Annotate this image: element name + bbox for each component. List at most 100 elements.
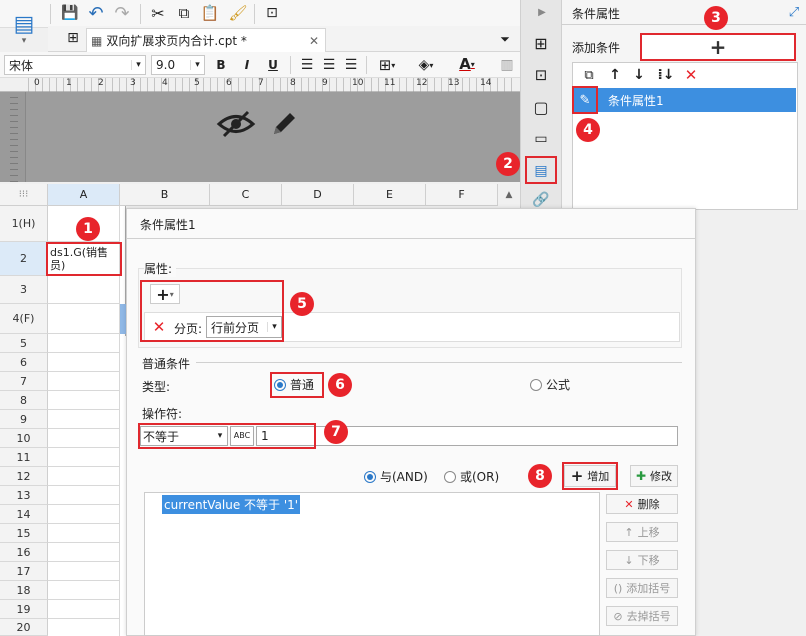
fill-color-icon[interactable]: ◈ ▾ <box>410 56 442 74</box>
edit-btn-label: 修改 <box>650 470 673 483</box>
and-radio[interactable]: 与(AND) <box>364 468 428 485</box>
row-header[interactable]: 4(F) <box>0 304 48 334</box>
cell-a4[interactable] <box>48 304 120 334</box>
border-icon[interactable]: ⊞ ▾ <box>372 56 402 74</box>
copy-icon[interactable]: ⧉ <box>580 66 598 84</box>
row-header[interactable]: 18 <box>0 581 48 600</box>
delete-btn-label: 删除 <box>637 498 660 511</box>
or-radio[interactable]: 或(OR) <box>444 468 499 485</box>
more-format-icon[interactable]: ▥ <box>498 56 516 74</box>
row-header[interactable]: 1(H) <box>0 206 48 242</box>
row-header[interactable]: 19 <box>0 600 48 619</box>
file-tab[interactable]: ▦ 双向扩展求页内合计.cpt * ✕ <box>86 28 326 52</box>
bold-icon[interactable]: B <box>212 56 230 74</box>
panel-title: 条件属性 <box>572 7 621 21</box>
underline-icon[interactable]: U <box>264 56 282 74</box>
row-header[interactable]: 17 <box>0 562 48 581</box>
ruler-tick: 5 <box>194 78 200 88</box>
ruler-tick: 1 <box>66 78 72 88</box>
or-label: 或(OR) <box>460 470 500 484</box>
edit-pencil-icon[interactable] <box>266 106 302 142</box>
frame-icon[interactable]: ▢ <box>530 96 552 118</box>
chevron-down-icon[interactable]: ▾ <box>16 36 32 46</box>
align-right-icon[interactable]: ☰ <box>342 56 360 74</box>
paste-icon[interactable]: 📋 <box>200 3 220 23</box>
font-size-select[interactable]: 9.0 ▾ <box>151 55 205 75</box>
column-header[interactable]: A <box>48 184 120 206</box>
cut-icon[interactable]: ✂ <box>148 3 168 23</box>
cell-a3[interactable] <box>48 276 120 304</box>
ruler-tick: 6 <box>226 78 232 88</box>
widget-icon[interactable]: ▭ <box>530 128 552 150</box>
row-header[interactable]: 15 <box>0 524 48 543</box>
step-badge-3: 3 <box>704 6 728 30</box>
move-bottom-icon[interactable]: ⁞↓ <box>654 66 678 84</box>
delete-button[interactable]: ✕ 删除 <box>606 494 678 514</box>
row-header[interactable]: 16 <box>0 543 48 562</box>
tab-menu-icon[interactable]: ⏷ <box>496 30 514 48</box>
remove-bracket-icon: ⊘ <box>613 609 623 623</box>
font-name-select[interactable]: 宋体 ▾ <box>4 55 146 75</box>
and-label: 与(AND) <box>380 470 428 484</box>
move-up-icon[interactable]: ↑ <box>606 66 624 84</box>
delete-icon[interactable]: ✕ <box>682 66 700 84</box>
column-header[interactable]: B <box>120 184 210 206</box>
condition-list-item[interactable]: 条件属性1 <box>598 88 796 112</box>
condition-rule-item[interactable]: currentValue 不等于 '1' <box>162 495 301 514</box>
hyperlink-icon[interactable]: 🔗 <box>530 192 552 208</box>
row-header[interactable]: 20 <box>0 619 48 636</box>
move-up-button[interactable]: ↑ 上移 <box>606 522 678 542</box>
font-color-icon[interactable]: A ▾ <box>450 54 484 74</box>
ruler-tick: 12 <box>416 78 428 88</box>
select-all-corner[interactable]: ⁝⁝⁝ <box>0 184 48 206</box>
expand-icon[interactable]: ⤢ <box>786 4 802 20</box>
copy-icon[interactable]: ⧉ <box>174 3 194 23</box>
add-bracket-button[interactable]: () 添加括号 <box>606 578 678 598</box>
cell-attribute-icon[interactable]: ⊞ <box>530 32 552 54</box>
highlight-cell-a2 <box>46 242 122 276</box>
cell-info-icon[interactable]: ⊡ <box>530 64 552 86</box>
scroll-up-icon[interactable]: ▲ <box>500 186 518 204</box>
condition-rule-text: currentValue 不等于 '1' <box>164 498 299 512</box>
row-header[interactable]: 12 <box>0 467 48 486</box>
type-formula-radio[interactable]: 公式 <box>530 376 570 393</box>
value-input[interactable]: 1 <box>256 426 678 446</box>
highlight-add-button <box>562 462 618 490</box>
italic-icon[interactable]: I <box>238 56 256 74</box>
move-down-button[interactable]: ↓ 下移 <box>606 550 678 570</box>
column-header[interactable]: D <box>282 184 354 206</box>
row-header[interactable]: 6 <box>0 353 48 372</box>
row-header[interactable]: 10 <box>0 429 48 448</box>
radio-unchecked-icon <box>444 470 456 483</box>
dialog-title: 条件属性1 <box>140 218 196 232</box>
format-brush-icon[interactable]: 🖌 <box>228 3 248 23</box>
move-down-icon[interactable]: ↓ <box>630 66 648 84</box>
step-badge-6: 6 <box>328 373 352 397</box>
align-center-icon[interactable]: ☰ <box>320 56 338 74</box>
row-header[interactable]: 2 <box>0 242 48 276</box>
row-header[interactable]: 13 <box>0 486 48 505</box>
row-header[interactable]: 3 <box>0 276 48 304</box>
vertical-ruler <box>0 92 26 182</box>
row-header[interactable]: 8 <box>0 391 48 410</box>
chevron-right-icon[interactable]: ▶ <box>532 4 552 20</box>
column-header[interactable]: C <box>210 184 282 206</box>
text-frame-icon[interactable]: ⊡ <box>262 3 282 23</box>
row-header[interactable]: 11 <box>0 448 48 467</box>
column-header[interactable]: E <box>354 184 426 206</box>
step-badge-2: 2 <box>496 152 520 176</box>
row-header[interactable]: 14 <box>0 505 48 524</box>
undo-icon[interactable]: ↶ <box>86 3 106 24</box>
save-icon[interactable]: 💾 <box>60 3 80 23</box>
edit-condition-button[interactable]: ✚ 修改 <box>630 465 678 487</box>
column-header[interactable]: F <box>426 184 498 206</box>
align-left-icon[interactable]: ☰ <box>298 56 316 74</box>
row-header[interactable]: 9 <box>0 410 48 429</box>
eye-hidden-icon[interactable] <box>214 106 258 142</box>
close-icon[interactable]: ✕ <box>309 34 319 48</box>
remove-bracket-button[interactable]: ⊘ 去掉括号 <box>606 606 678 626</box>
row-header[interactable]: 7 <box>0 372 48 391</box>
ruler: 0 1 2 3 4 5 6 7 8 9 10 11 12 13 14 <box>0 78 520 92</box>
row-header[interactable]: 5 <box>0 334 48 353</box>
redo-icon[interactable]: ↷ <box>112 3 132 24</box>
